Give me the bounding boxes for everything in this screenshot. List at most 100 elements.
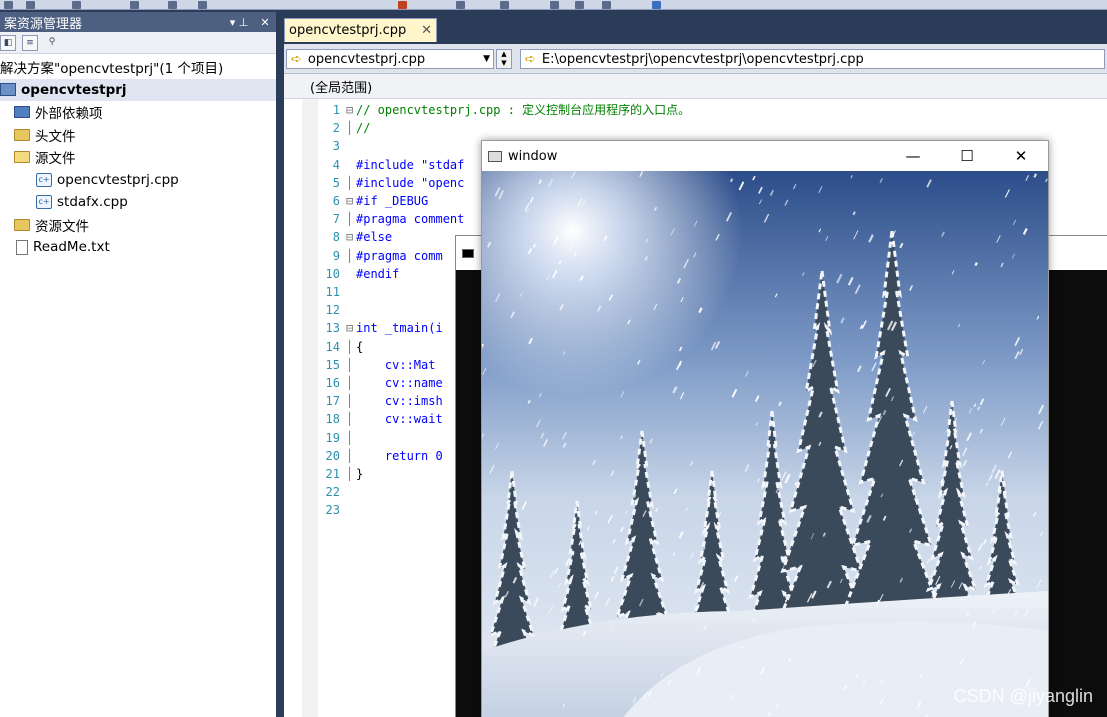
code-line[interactable]: 5 │ #include "openc (318, 174, 465, 192)
toolbar-button-icon[interactable] (500, 1, 509, 9)
image-window[interactable]: window — ☐ ✕ (481, 140, 1049, 717)
fold-marker-icon[interactable]: │ (346, 429, 356, 447)
scope-bar[interactable]: (全局范围) (284, 74, 1107, 99)
code-text: // opencvtestprj.cpp : 定义控制台应用程序的入口点。 (356, 103, 691, 117)
pin-icon[interactable]: ▾ ⊥ (224, 16, 254, 29)
tree-item-project[interactable]: opencvtestprj (0, 78, 276, 101)
close-icon[interactable]: ✕ (258, 16, 272, 29)
code-line[interactable]: 16 │ cv::name (318, 374, 443, 392)
tree-item-header-files[interactable]: 头文件 (0, 124, 276, 147)
code-line[interactable]: 12 (318, 301, 356, 319)
tree-item-resource-files[interactable]: 资源文件 (0, 214, 276, 237)
code-line[interactable]: 13 ⊟ int _tmain(i (318, 319, 443, 337)
line-number: 1 (332, 103, 340, 117)
tab-opencvtestprj-cpp[interactable]: opencvtestprj.cpp ✕ (284, 18, 437, 42)
solution-tree: 解决方案"opencvtestprj"(1 个项目) opencvtestprj… (0, 54, 276, 259)
line-number: 17 (325, 394, 340, 409)
toolbar-button-icon[interactable] (652, 1, 661, 9)
fold-marker-icon[interactable]: ⊟ (346, 101, 356, 119)
tree-item-opencvtestprj-cpp[interactable]: c+ opencvtestprj.cpp (0, 169, 276, 192)
toolbar-button-icon[interactable] (398, 1, 407, 9)
file-combo[interactable]: ➪ opencvtestprj.cpp ▼ (286, 49, 494, 69)
toolbar-button-icon[interactable] (602, 1, 611, 9)
line-number: 15 (325, 357, 340, 372)
cpp-file-icon: c+ (36, 195, 52, 210)
fold-marker-icon[interactable]: │ (346, 338, 356, 356)
tree-item-label: 源文件 (35, 151, 76, 168)
toolbar-button-icon[interactable] (198, 1, 207, 9)
solution-explorer-header: 案资源管理器 ▾ ⊥ ✕ (0, 12, 276, 32)
code-line[interactable]: 14 │{ (318, 338, 364, 356)
minimize-button[interactable]: — (886, 147, 940, 165)
code-line[interactable]: 1 ⊟// opencvtestprj.cpp : 定义控制台应用程序的入口点。 (318, 101, 690, 119)
close-icon[interactable]: ✕ (421, 23, 432, 38)
code-line[interactable]: 15 │ cv::Mat (318, 356, 436, 374)
toolbar-button-icon[interactable] (130, 1, 139, 9)
fold-marker-icon[interactable]: │ (346, 410, 356, 428)
code-line[interactable]: 19 │ (318, 429, 356, 447)
fold-marker-icon[interactable]: │ (346, 119, 356, 137)
code-line[interactable]: 7 │ #pragma comment (318, 210, 465, 228)
tree-item-readme[interactable]: ReadMe.txt (0, 236, 276, 259)
code-text: #else (356, 230, 393, 245)
code-line[interactable]: 3 (318, 137, 356, 155)
console-icon (462, 248, 474, 258)
code-line[interactable]: 2 │// (318, 119, 371, 137)
scope-label: (全局范围) (310, 80, 373, 96)
maximize-button[interactable]: ☐ (940, 147, 994, 165)
toolbar-button-icon[interactable] (456, 1, 465, 9)
code-line[interactable]: 8 ⊟ #else (318, 228, 392, 246)
code-line[interactable]: 9 │ #pragma comm (318, 247, 443, 265)
split-spinner[interactable]: ▲ ▼ (496, 49, 512, 69)
arrow-right-icon: ➪ (525, 51, 536, 67)
code-line[interactable]: 23 (318, 501, 356, 519)
code-text: #pragma comm (356, 248, 443, 263)
fold-marker-icon[interactable]: │ (346, 374, 356, 392)
code-text: return 0 (356, 448, 443, 463)
tree-item-stdafx-cpp[interactable]: c+ stdafx.cpp (0, 191, 276, 214)
line-number: 2 (332, 121, 340, 136)
toolbar-button-icon[interactable] (4, 1, 13, 9)
code-line[interactable]: 22 (318, 483, 356, 501)
pane-splitter[interactable] (276, 12, 284, 717)
tree-item-solution[interactable]: 解决方案"opencvtestprj"(1 个项目) (0, 56, 276, 79)
chevron-down-icon[interactable]: ▼ (483, 50, 490, 68)
code-line[interactable]: 20 │ return 0 (318, 447, 443, 465)
file-combo-value: opencvtestprj.cpp (307, 51, 426, 67)
code-line[interactable]: 21 │} (318, 465, 364, 483)
toolbar-button-icon[interactable] (168, 1, 177, 9)
solution-explorer: 案资源管理器 ▾ ⊥ ✕ ◧ ≡ ⚲ 解决方案"opencvtestprj"(1… (0, 12, 276, 717)
fold-marker-icon[interactable]: │ (346, 447, 356, 465)
image-window-title-bar[interactable]: window — ☐ ✕ (482, 141, 1048, 171)
fold-marker-icon[interactable]: │ (346, 392, 356, 410)
code-line[interactable]: 18 │ cv::wait (318, 410, 443, 428)
fold-marker-icon[interactable]: │ (346, 465, 356, 483)
close-button[interactable]: ✕ (994, 147, 1048, 165)
fold-marker-icon[interactable]: │ (346, 356, 356, 374)
code-line[interactable]: 11 (318, 283, 356, 301)
arrow-right-icon: ➪ (291, 51, 302, 67)
show-all-files-icon[interactable]: ≡ (22, 34, 38, 51)
toolbar-button-icon[interactable] (72, 1, 81, 9)
toolbar-button-icon[interactable] (26, 1, 35, 9)
tree-item-label: 外部依赖项 (35, 106, 103, 123)
tree-item-references[interactable]: 外部依赖项 (0, 101, 276, 124)
path-combo[interactable]: ➪ E:\opencvtestprj\opencvtestprj\opencvt… (520, 49, 1105, 69)
fold-marker-icon[interactable]: │ (346, 174, 356, 192)
fold-marker-icon[interactable]: ⊟ (346, 228, 356, 246)
code-line[interactable]: 4 #include "stdaf (318, 156, 465, 174)
fold-marker-icon[interactable]: │ (346, 247, 356, 265)
fold-marker-icon[interactable]: ⊟ (346, 192, 356, 210)
toolbar-button-icon[interactable] (575, 1, 584, 9)
fold-marker-icon[interactable]: │ (346, 210, 356, 228)
tree-item-source-files[interactable]: 源文件 (0, 146, 276, 169)
view-class-diagram-icon[interactable]: ⚲ (44, 35, 60, 51)
code-line[interactable]: 6 ⊟ #if _DEBUG (318, 192, 428, 210)
properties-icon[interactable]: ◧ (0, 34, 16, 51)
watermark: CSDN @jiyanglin (953, 686, 1093, 706)
fold-marker-icon[interactable]: ⊟ (346, 319, 356, 337)
tree-item-label: 资源文件 (35, 218, 89, 235)
code-line[interactable]: 10 #endif (318, 265, 400, 283)
toolbar-button-icon[interactable] (550, 1, 559, 9)
code-line[interactable]: 17 │ cv::imsh (318, 392, 443, 410)
